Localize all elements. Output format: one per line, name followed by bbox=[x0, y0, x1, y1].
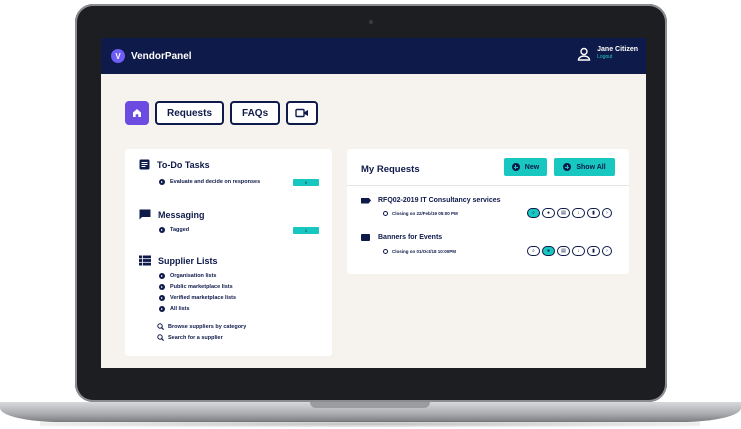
search-action-icon[interactable]: ⌕ bbox=[527, 246, 540, 256]
chevron-right-icon bbox=[159, 227, 165, 233]
chevron-right-icon bbox=[159, 295, 165, 301]
todo-item-label: Evaluate and decide on responses bbox=[170, 179, 261, 185]
user-text: Jane Citizen Logout bbox=[597, 46, 638, 61]
request-title-banners[interactable]: Banners for Events bbox=[361, 234, 442, 241]
request-title-rfq02[interactable]: RFQ02-2019 IT Consultancy services bbox=[361, 197, 501, 204]
screen: V VendorPanel Jane Citizen Logout Reques… bbox=[101, 38, 646, 384]
supplier-list-label: All lists bbox=[170, 306, 190, 312]
list-icon bbox=[139, 255, 151, 266]
search-action-icon[interactable]: ⌕ bbox=[527, 208, 540, 218]
my-requests-card: My Requests New Show All RFQ02-2019 IT C… bbox=[347, 149, 629, 274]
search-icon bbox=[157, 323, 164, 330]
camera-dot bbox=[369, 20, 373, 24]
request-closing-date: Closing on 22/Feb/19 05:00 PM bbox=[383, 211, 458, 216]
request-title-label: Banners for Events bbox=[378, 234, 443, 241]
messaging-title: Messaging bbox=[158, 209, 205, 220]
people-action-icon[interactable]: ● bbox=[542, 246, 555, 256]
faqs-button[interactable]: FAQs bbox=[230, 101, 281, 125]
video-button[interactable] bbox=[286, 101, 319, 125]
search-link-label: Search for a supplier bbox=[168, 334, 223, 341]
user-icon bbox=[577, 47, 591, 61]
tag-icon bbox=[361, 234, 370, 241]
todo-section-title: To-Do Tasks bbox=[139, 159, 210, 170]
download-action-icon[interactable]: ↓ bbox=[572, 246, 585, 256]
supplier-lists-title: Supplier Lists bbox=[158, 255, 218, 266]
request-actions: ⌕ ● ▤ ↓ ▮ › bbox=[527, 246, 612, 256]
messaging-item-tagged[interactable]: Tagged bbox=[159, 227, 189, 233]
chevron-right-icon[interactable]: › bbox=[602, 246, 612, 256]
laptop-frame: V VendorPanel Jane Citizen Logout Reques… bbox=[75, 4, 667, 402]
clock-icon bbox=[383, 249, 388, 254]
browse-suppliers-link[interactable]: Browse suppliers by category bbox=[157, 323, 246, 330]
supplier-list-label: Verified marketplace lists bbox=[170, 295, 237, 301]
people-action-icon[interactable]: ● bbox=[542, 208, 555, 218]
supplier-list-label: Organisation lists bbox=[170, 273, 217, 279]
home-icon bbox=[133, 109, 141, 117]
todo-title: To-Do Tasks bbox=[157, 159, 210, 170]
search-supplier-link[interactable]: Search for a supplier bbox=[157, 334, 223, 341]
task-list-icon bbox=[139, 159, 150, 170]
supplier-list-organisation[interactable]: Organisation lists bbox=[159, 273, 216, 279]
home-button[interactable] bbox=[125, 101, 149, 125]
download-action-icon[interactable]: ↓ bbox=[572, 208, 585, 218]
user-name: Jane Citizen bbox=[597, 46, 638, 53]
supplier-list-public-marketplace[interactable]: Public marketplace lists bbox=[159, 284, 233, 290]
app-header: V VendorPanel Jane Citizen Logout bbox=[101, 38, 646, 74]
chevron-right-icon[interactable]: › bbox=[602, 208, 612, 218]
video-camera-icon bbox=[295, 108, 309, 118]
requests-button[interactable]: Requests bbox=[155, 101, 225, 125]
supplier-list-label: Public marketplace lists bbox=[170, 284, 233, 290]
screen-bezel-bottom bbox=[101, 368, 646, 384]
top-nav: Requests FAQs bbox=[125, 101, 319, 125]
show-all-button[interactable]: Show All bbox=[554, 158, 615, 176]
new-request-button[interactable]: New bbox=[504, 158, 547, 176]
chevron-right-icon bbox=[159, 306, 165, 312]
search-link-label: Browse suppliers by category bbox=[168, 323, 247, 330]
chevron-right-icon bbox=[159, 284, 165, 290]
chevron-right-icon bbox=[159, 179, 165, 185]
messaging-count-badge: 1 bbox=[293, 227, 319, 234]
chevron-right-icon bbox=[159, 273, 165, 279]
closing-label: Closing on 22/Feb/19 05:00 PM bbox=[392, 211, 458, 216]
request-closing-date: Closing on 01/Oct/18 10:00PM bbox=[383, 249, 456, 254]
app-title: VendorPanel bbox=[131, 50, 192, 62]
logout-link[interactable]: Logout bbox=[597, 54, 638, 61]
supplier-list-all[interactable]: All lists bbox=[159, 306, 190, 312]
search-icon bbox=[157, 334, 164, 341]
show-all-label: Show All bbox=[576, 163, 606, 171]
tag-icon bbox=[361, 197, 371, 204]
chart-action-icon[interactable]: ▮ bbox=[587, 246, 600, 256]
supplier-lists-section-title: Supplier Lists bbox=[139, 255, 218, 266]
chat-icon bbox=[139, 209, 151, 220]
document-action-icon[interactable]: ▤ bbox=[557, 246, 570, 256]
laptop-shadow bbox=[40, 421, 700, 427]
todo-count-badge: 0 bbox=[293, 179, 319, 186]
clock-icon bbox=[383, 211, 388, 216]
vendorpanel-logo-icon: V bbox=[111, 49, 125, 63]
plus-icon bbox=[511, 163, 520, 171]
todo-item-evaluate[interactable]: Evaluate and decide on responses bbox=[159, 179, 260, 185]
supplier-list-verified-marketplace[interactable]: Verified marketplace lists bbox=[159, 295, 236, 301]
divider bbox=[347, 185, 629, 186]
user-menu[interactable]: Jane Citizen Logout bbox=[577, 46, 638, 61]
dashboard-left-card: To-Do Tasks Evaluate and decide on respo… bbox=[125, 149, 332, 356]
chart-action-icon[interactable]: ▮ bbox=[587, 208, 600, 218]
document-action-icon[interactable]: ▤ bbox=[557, 208, 570, 218]
messaging-item-label: Tagged bbox=[170, 227, 190, 233]
new-label: New bbox=[524, 163, 540, 171]
laptop-notch bbox=[310, 402, 430, 408]
request-title-label: RFQ02-2019 IT Consultancy services bbox=[378, 197, 501, 204]
request-actions: ⌕ ● ▤ ↓ ▮ › bbox=[527, 208, 612, 218]
closing-label: Closing on 01/Oct/18 10:00PM bbox=[392, 249, 457, 254]
plus-icon bbox=[563, 163, 572, 171]
messaging-section-title: Messaging bbox=[139, 209, 205, 220]
my-requests-title: My Requests bbox=[361, 164, 420, 175]
